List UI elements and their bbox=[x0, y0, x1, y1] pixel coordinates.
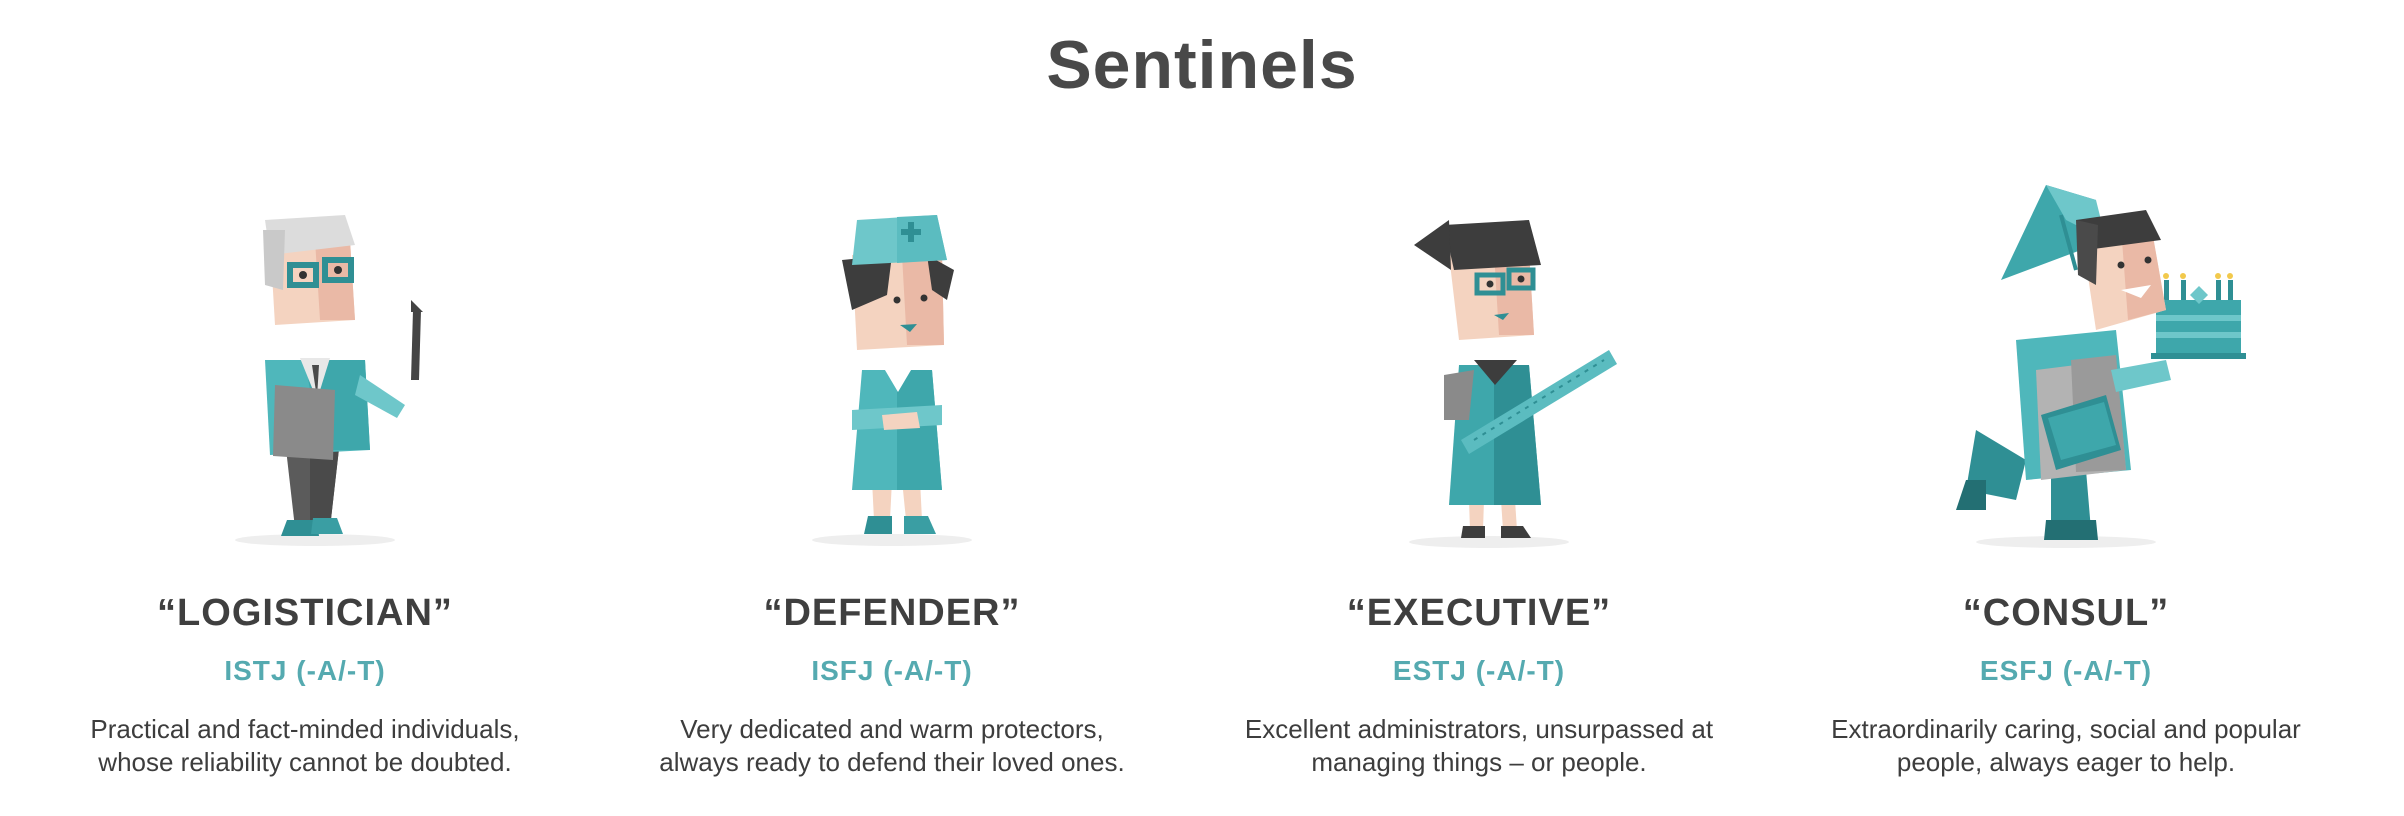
description-line-2: whose reliability cannot be doubted. bbox=[98, 747, 512, 777]
description-line-2: people, always eager to help. bbox=[1896, 747, 2236, 777]
logistician-illustration bbox=[235, 215, 423, 546]
personality-card-consul[interactable]: “CONSUL” ESFJ (-A/-T) Extraordinarily ca… bbox=[1786, 160, 2346, 800]
type-code: ESTJ (-A/-T) bbox=[1392, 655, 1566, 686]
type-description: Excellent administrators, unsurpassed at… bbox=[1199, 713, 1759, 779]
type-description: Extraordinarily caring, social and popul… bbox=[1786, 713, 2346, 779]
personality-card-defender[interactable]: “DEFENDER” ISFJ (-A/-T) Very dedicated a… bbox=[612, 160, 1172, 800]
executive-illustration bbox=[1409, 220, 1617, 548]
type-description: Practical and fact-minded individuals, w… bbox=[25, 713, 585, 779]
type-code: ISFJ (-A/-T) bbox=[811, 655, 973, 686]
type-name: “LOGISTICIAN” bbox=[157, 592, 453, 634]
type-name: “EXECUTIVE” bbox=[1346, 592, 1612, 634]
type-code: ISTJ (-A/-T) bbox=[224, 655, 386, 686]
description-line-2: always ready to defend their loved ones. bbox=[659, 747, 1125, 777]
type-code: ESFJ (-A/-T) bbox=[1979, 655, 2153, 686]
description-line-1: Practical and fact-minded individuals, bbox=[90, 714, 520, 744]
defender-illustration bbox=[812, 215, 972, 546]
description-line-1: Extraordinarily caring, social and popul… bbox=[1831, 714, 2301, 744]
personality-card-logistician[interactable]: “LOGISTICIAN” ISTJ (-A/-T) Practical and… bbox=[25, 160, 585, 800]
type-name: “DEFENDER” bbox=[763, 592, 1021, 634]
personality-card-executive[interactable]: “EXECUTIVE” ESTJ (-A/-T) Excellent admin… bbox=[1199, 160, 1759, 800]
type-description: Very dedicated and warm protectors, alwa… bbox=[612, 713, 1172, 779]
section-title: Sentinels bbox=[1046, 27, 1358, 103]
type-name: “CONSUL” bbox=[1962, 592, 2170, 634]
description-line-1: Very dedicated and warm protectors, bbox=[680, 714, 1104, 744]
sentinels-section: Sentinels “LOGISTICIAN” ISTJ (-A/-T) Pra… bbox=[0, 0, 2404, 816]
description-line-2: managing things – or people. bbox=[1311, 747, 1647, 777]
consul-illustration bbox=[1956, 185, 2246, 548]
description-line-1: Excellent administrators, unsurpassed at bbox=[1244, 714, 1714, 744]
